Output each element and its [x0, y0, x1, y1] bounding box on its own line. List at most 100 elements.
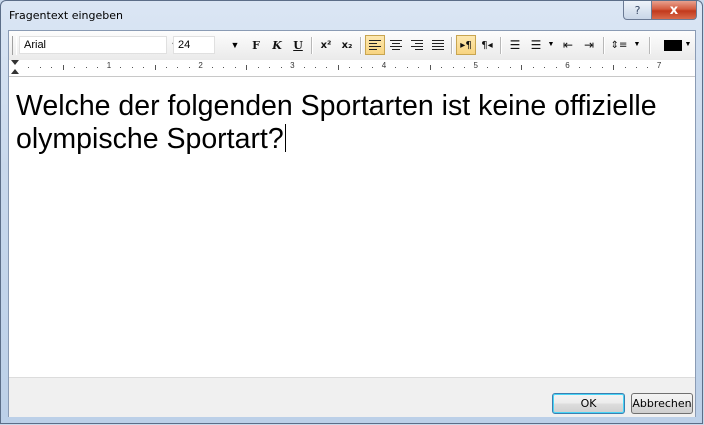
ruler-tick [464, 67, 466, 68]
ruler-tick [177, 67, 179, 68]
numbered-list-dropdown-icon[interactable]: ▼ [545, 36, 557, 54]
underline-button[interactable]: U [288, 35, 308, 55]
dialog-window: Fragentext eingeben ? x Arial ▼ 24 ▼ F K… [0, 0, 703, 424]
ruler-tick [280, 67, 282, 68]
ruler-tick [211, 67, 213, 68]
dialog-client: Arial ▼ 24 ▼ F K U x² x₂ ▸¶ [8, 30, 696, 417]
ruler-number: 2 [198, 61, 203, 70]
bold-button[interactable]: F [246, 35, 266, 55]
text-color-icon[interactable] [664, 40, 682, 51]
toolbar-separator [360, 37, 362, 54]
line-spacing-dropdown-icon[interactable]: ▼ [631, 36, 643, 54]
ruler-tick [257, 67, 259, 68]
ruler-tick [521, 65, 523, 70]
rtl-button[interactable]: ¶◂ [477, 35, 497, 55]
editor-content[interactable]: Welche der folgenden Sportarten ist kein… [16, 90, 692, 156]
font-name-select[interactable]: Arial [19, 36, 167, 54]
bullet-list-button[interactable]: ☰ [505, 35, 525, 55]
toolbar-separator [451, 37, 453, 54]
toolbar-separator [500, 37, 502, 54]
close-button[interactable]: x [651, 1, 697, 20]
question-text: Welche der folgenden Sportarten ist kein… [16, 90, 665, 155]
line-spacing-icon: ⇕≡ [610, 39, 628, 51]
ruler-tick [406, 67, 408, 68]
button-bar: OK Abbrechen [9, 377, 695, 417]
numbered-list-button[interactable]: ☰ [526, 35, 546, 55]
ruler-number: 1 [106, 61, 112, 70]
help-button[interactable]: ? [623, 1, 652, 20]
toolbar-grip[interactable] [12, 36, 17, 55]
bullet-list-icon: ☰ [509, 38, 521, 52]
ltr-button[interactable]: ▸¶ [456, 35, 476, 55]
ruler-tick [188, 67, 190, 68]
ruler-tick [486, 67, 488, 68]
ruler-tick [590, 67, 592, 68]
ruler-tick [532, 67, 534, 68]
ruler-tick [601, 67, 603, 68]
ruler-tick [303, 67, 305, 68]
ruler-number: 6 [565, 61, 570, 70]
ruler-tick [360, 67, 362, 68]
rtl-icon: ¶◂ [481, 39, 493, 51]
ruler-tick [269, 67, 271, 68]
ruler-tick [315, 67, 317, 68]
text-color-dropdown-icon[interactable]: ▼ [682, 36, 694, 54]
line-spacing-button[interactable]: ⇕≡ [609, 35, 629, 55]
align-right-icon [411, 40, 423, 50]
ruler-tick [509, 67, 511, 68]
align-justify-button[interactable] [428, 35, 448, 55]
decrease-indent-button[interactable]: ⇤ [558, 35, 578, 55]
ruler-tick [429, 65, 431, 70]
superscript-button[interactable]: x² [316, 35, 336, 55]
numbered-list-icon: ☰ [530, 38, 542, 52]
ruler[interactable]: 1 2 3 4 5 6 7 [9, 60, 695, 77]
ruler-tick [39, 67, 41, 68]
ltr-icon: ▸¶ [460, 39, 472, 51]
ruler-tick [441, 67, 443, 68]
align-left-button[interactable] [365, 35, 385, 55]
align-center-icon [390, 40, 402, 50]
ruler-tick [154, 65, 156, 70]
ruler-tick [223, 67, 225, 68]
ruler-tick [97, 67, 99, 68]
ruler-number: 5 [473, 61, 478, 70]
ruler-tick [131, 67, 133, 68]
ruler-tick [28, 67, 30, 68]
italic-button[interactable]: K [267, 35, 287, 55]
subscript-button[interactable]: x₂ [337, 35, 357, 55]
toolbar-separator [649, 37, 651, 54]
hanging-indent-marker[interactable] [11, 69, 19, 74]
title-bar[interactable]: Fragentext eingeben ? x [1, 1, 702, 29]
ruler-tick [349, 67, 351, 68]
formatting-toolbar: Arial ▼ 24 ▼ F K U x² x₂ ▸¶ [9, 31, 695, 61]
increase-indent-button[interactable]: ⇥ [579, 35, 599, 55]
ruler-tick [647, 67, 649, 68]
text-caret [284, 124, 286, 152]
toolbar-separator [311, 37, 313, 54]
ruler-number: 3 [290, 61, 295, 70]
align-right-button[interactable] [407, 35, 427, 55]
ruler-tick [246, 65, 248, 70]
size-dropdown-arrow-icon[interactable]: ▼ [229, 36, 241, 54]
cancel-button[interactable]: Abbrechen [631, 393, 693, 414]
ruler-tick [544, 67, 546, 68]
ruler-tick [555, 67, 557, 68]
ruler-tick [418, 67, 420, 68]
align-center-button[interactable] [386, 35, 406, 55]
ruler-tick [51, 67, 53, 68]
ok-button[interactable]: OK [552, 393, 625, 414]
decrease-indent-icon: ⇤ [562, 38, 574, 52]
question-text-editor[interactable]: Welche der folgenden Sportarten ist kein… [9, 77, 695, 377]
ruler-tick [578, 67, 580, 68]
ruler-number: 7 [656, 61, 662, 70]
ruler-tick [166, 67, 167, 68]
increase-indent-icon: ⇥ [583, 38, 595, 52]
ruler-tick [635, 67, 637, 68]
ruler-tick [120, 67, 122, 68]
align-justify-icon [432, 40, 444, 50]
ruler-tick [337, 65, 339, 70]
font-size-select[interactable]: 24 [173, 36, 215, 54]
first-line-indent-marker[interactable] [11, 60, 19, 65]
ruler-tick [234, 67, 236, 68]
ruler-tick [62, 65, 64, 70]
